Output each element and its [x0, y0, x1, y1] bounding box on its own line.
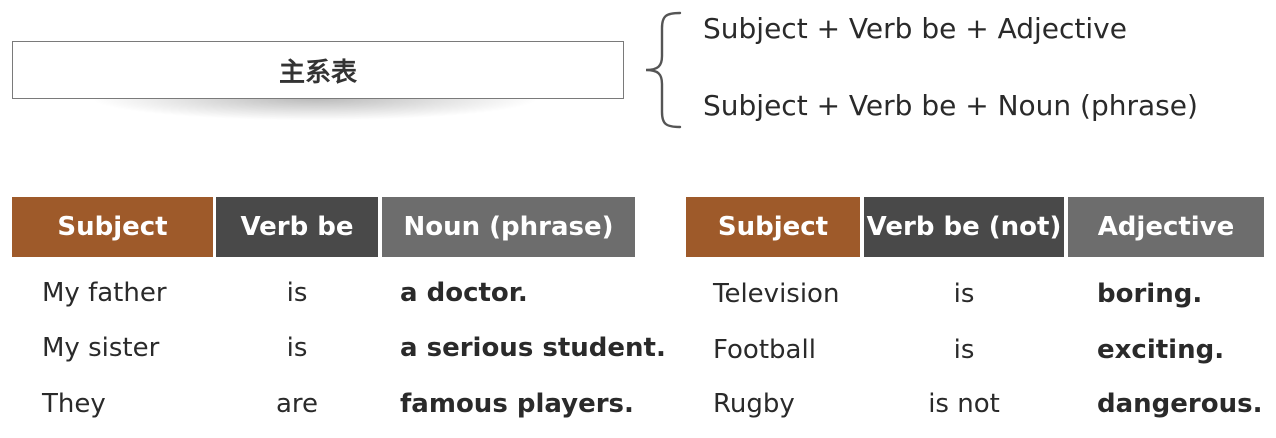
left-header-subject: Subject	[12, 197, 213, 257]
left-row1-subject: My father	[42, 278, 167, 308]
left-row1-verb: is	[286, 278, 308, 308]
left-row3-subject: They	[42, 389, 106, 419]
pattern-noun: Subject + Verb be + Noun (phrase)	[703, 89, 1198, 122]
right-row1-verb: is	[953, 279, 975, 309]
pattern-adjective: Subject + Verb be + Adjective	[703, 12, 1127, 45]
left-row3-verb: are	[275, 389, 319, 419]
left-row1-noun: a doctor.	[400, 278, 528, 308]
title-box: 主系表	[12, 41, 624, 99]
right-row2-verb: is	[953, 335, 975, 365]
title-shadow	[95, 98, 535, 120]
right-row1-subject: Television	[713, 279, 840, 309]
right-row1-adjective: boring.	[1097, 279, 1203, 309]
left-row2-subject: My sister	[42, 333, 160, 363]
right-header-verb: Verb be (not)	[864, 197, 1064, 257]
left-header-verb: Verb be	[216, 197, 378, 257]
right-row2-adjective: exciting.	[1097, 335, 1225, 365]
right-row2-subject: Football	[713, 335, 816, 365]
left-row3-noun: famous players.	[400, 389, 634, 419]
right-row3-subject: Rugby	[713, 389, 795, 419]
curly-brace-icon	[645, 11, 682, 129]
left-row2-verb: is	[286, 333, 308, 363]
right-row3-verb: is not	[928, 389, 1000, 419]
left-header-noun: Noun (phrase)	[382, 197, 635, 257]
title-text: 主系表	[278, 57, 357, 88]
right-header-adjective: Adjective	[1068, 197, 1264, 257]
right-header-subject: Subject	[686, 197, 860, 257]
right-row3-adjective: dangerous.	[1097, 389, 1263, 419]
left-row2-noun: a serious student.	[400, 333, 666, 363]
